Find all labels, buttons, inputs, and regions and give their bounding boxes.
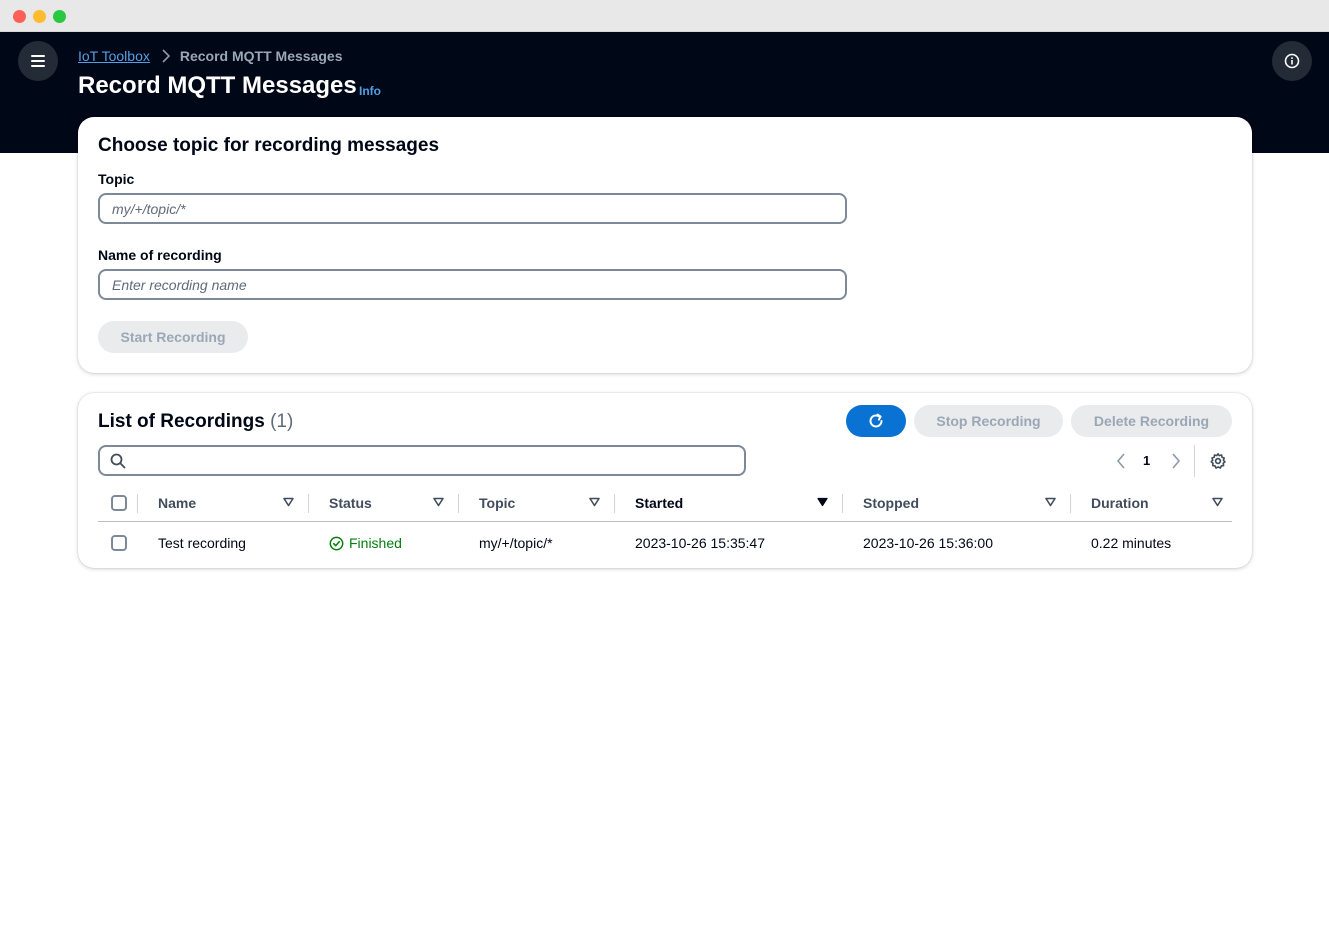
chevron-left-icon [1116, 453, 1125, 469]
table-header-divider [98, 521, 1232, 522]
menu-button[interactable] [18, 41, 58, 81]
info-link[interactable]: Info [359, 84, 381, 98]
help-panel-button[interactable] [1272, 41, 1312, 81]
cell-started: 2023-10-26 15:35:47 [635, 535, 765, 551]
row-select-checkbox[interactable] [111, 535, 127, 551]
cell-status: Finished [329, 535, 402, 551]
stop-recording-button[interactable]: Stop Recording [914, 405, 1063, 437]
recordings-search-input[interactable] [98, 445, 746, 476]
check-circle-icon [329, 536, 344, 550]
sort-caret-icon[interactable] [433, 497, 444, 507]
minimize-window-button[interactable] [33, 10, 46, 23]
column-divider [137, 494, 138, 513]
column-header-started[interactable]: Started [635, 495, 683, 511]
chevron-right-icon [1172, 453, 1181, 469]
column-divider [308, 494, 309, 513]
column-divider [614, 494, 615, 513]
cell-name: Test recording [158, 535, 246, 551]
breadcrumb-iot-toolbox-link[interactable]: IoT Toolbox [78, 48, 150, 64]
recordings-table-panel: List of Recordings (1) Stop Recording De… [78, 393, 1252, 568]
recordings-count: (1) [270, 411, 294, 432]
column-header-topic[interactable]: Topic [479, 495, 515, 511]
start-recording-button[interactable]: Start Recording [98, 321, 248, 353]
column-divider [842, 494, 843, 513]
page-title: Record MQTT Messages [78, 72, 357, 99]
sort-caret-icon[interactable] [1212, 497, 1223, 507]
gear-icon [1210, 453, 1226, 469]
recording-form-panel: Choose topic for recording messages Topi… [78, 117, 1252, 373]
column-header-duration[interactable]: Duration [1091, 495, 1149, 511]
cell-topic: my/+/topic/* [479, 535, 553, 551]
info-circle-icon [1284, 53, 1300, 69]
delete-recording-button[interactable]: Delete Recording [1071, 405, 1232, 437]
refresh-button[interactable] [846, 405, 906, 437]
chevron-right-icon [162, 49, 170, 63]
hamburger-menu-icon [31, 55, 45, 67]
sort-descending-icon[interactable] [817, 497, 828, 507]
sort-caret-icon[interactable] [283, 497, 294, 507]
topic-label: Topic [98, 171, 135, 187]
column-header-name[interactable]: Name [158, 495, 196, 511]
recording-name-label: Name of recording [98, 247, 222, 263]
pager-divider [1194, 445, 1195, 477]
current-page-number[interactable]: 1 [1143, 453, 1150, 468]
recording-name-input[interactable] [98, 269, 847, 300]
next-page-button[interactable] [1168, 451, 1184, 471]
column-divider [458, 494, 459, 513]
breadcrumb: IoT Toolbox Record MQTT Messages [78, 48, 342, 64]
column-header-status[interactable]: Status [329, 495, 372, 511]
topic-input[interactable] [98, 193, 847, 224]
recordings-title-text: List of Recordings [98, 411, 265, 432]
recording-form-title: Choose topic for recording messages [98, 135, 440, 156]
close-window-button[interactable] [13, 10, 26, 23]
select-all-checkbox[interactable] [111, 495, 127, 511]
table-preferences-button[interactable] [1208, 451, 1228, 471]
cell-duration: 0.22 minutes [1091, 535, 1172, 551]
maximize-window-button[interactable] [53, 10, 66, 23]
refresh-icon [869, 413, 883, 428]
column-header-stopped[interactable]: Stopped [863, 495, 919, 511]
search-icon [110, 453, 126, 474]
breadcrumb-current: Record MQTT Messages [179, 48, 343, 64]
recordings-title: List of Recordings (1) [98, 411, 293, 433]
cell-stopped: 2023-10-26 15:36:00 [863, 535, 993, 551]
window-titlebar [0, 0, 1329, 32]
previous-page-button[interactable] [1113, 451, 1129, 471]
sort-caret-icon[interactable] [589, 497, 600, 507]
sort-caret-icon[interactable] [1045, 497, 1056, 507]
column-divider [1070, 494, 1071, 513]
status-text: Finished [349, 535, 402, 551]
